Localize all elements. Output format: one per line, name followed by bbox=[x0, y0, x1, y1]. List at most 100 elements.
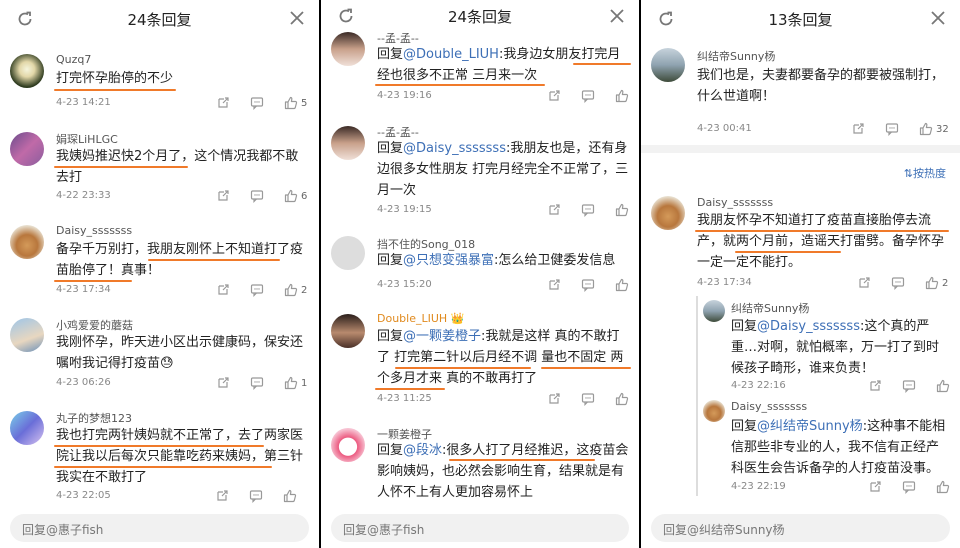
avatar[interactable] bbox=[10, 132, 44, 166]
like-count: 2 bbox=[942, 277, 949, 289]
comment-meta: 4-23 14:21 5 bbox=[56, 96, 309, 112]
comment-icon[interactable] bbox=[902, 480, 916, 494]
like-icon[interactable] bbox=[284, 376, 298, 390]
comment-icon[interactable] bbox=[902, 379, 916, 393]
like-icon[interactable] bbox=[919, 122, 933, 136]
thread-line bbox=[696, 296, 698, 496]
share-icon[interactable] bbox=[857, 276, 871, 290]
avatar[interactable] bbox=[10, 54, 44, 88]
panel-title: 24条回复 bbox=[447, 8, 513, 26]
comment-icon[interactable] bbox=[581, 392, 595, 406]
comment-icon[interactable] bbox=[581, 89, 595, 103]
avatar[interactable] bbox=[10, 411, 44, 445]
mention-link[interactable]: @Double_LIUH bbox=[403, 47, 499, 62]
mention-link[interactable]: @纠结帝Sunny杨 bbox=[757, 419, 863, 434]
like-icon[interactable] bbox=[615, 89, 629, 103]
mention-link[interactable]: @只想变强暴富 bbox=[403, 253, 494, 268]
sort-toggle[interactable]: ⇅按热度 bbox=[904, 165, 946, 181]
like-icon[interactable] bbox=[284, 189, 298, 203]
mention-link[interactable]: @Daisy_sssssss bbox=[403, 141, 506, 156]
avatar[interactable] bbox=[651, 196, 685, 230]
username[interactable]: 小鸡爱爱的蘑菇 bbox=[56, 317, 133, 333]
avatar[interactable] bbox=[703, 400, 725, 422]
username[interactable]: Daisy_sssssss bbox=[731, 400, 807, 413]
comment-meta: 4-23 22:19 bbox=[731, 480, 950, 496]
comment-icon[interactable] bbox=[885, 122, 899, 136]
share-icon[interactable] bbox=[851, 122, 865, 136]
username[interactable]: 娟琛LiHLGC bbox=[56, 131, 118, 147]
avatar[interactable] bbox=[10, 225, 44, 259]
comment-icon[interactable] bbox=[581, 203, 595, 217]
reply-prefix: 回复 bbox=[377, 329, 404, 344]
share-icon[interactable] bbox=[547, 278, 561, 292]
comment-icon[interactable] bbox=[250, 376, 264, 390]
comment-icon[interactable] bbox=[250, 283, 264, 297]
username[interactable]: Daisy_sssssss bbox=[697, 196, 773, 209]
username[interactable]: Daisy_sssssss bbox=[56, 224, 132, 237]
reply-input[interactable]: 回复@惠子fish bbox=[331, 514, 629, 542]
reply-input[interactable]: 回复@纠结帝Sunny杨 bbox=[651, 514, 950, 542]
share-icon[interactable] bbox=[216, 96, 230, 110]
share-icon[interactable] bbox=[216, 283, 230, 297]
comment-time: 4-23 22:05 bbox=[56, 490, 111, 501]
sort-icon: ⇅ bbox=[903, 167, 913, 180]
username[interactable]: 纠结帝Sunny杨 bbox=[731, 300, 809, 316]
avatar[interactable] bbox=[331, 126, 365, 160]
comment-item: 小鸡爱爱的蘑菇 我刚怀孕，昨天进小区出示健康码，保安还嘱咐我记得打疫苗😓 4-2… bbox=[0, 314, 319, 394]
avatar[interactable] bbox=[331, 314, 365, 348]
highlight-underline bbox=[449, 459, 595, 461]
username[interactable]: Quzq7 bbox=[56, 53, 91, 66]
reply-input[interactable]: 回复@惠子fish bbox=[10, 514, 309, 542]
comment-time: 4-23 19:16 bbox=[377, 90, 432, 101]
like-icon[interactable] bbox=[615, 278, 629, 292]
comment-icon[interactable] bbox=[581, 278, 595, 292]
comment-item: Quzq7 打完怀孕胎停的不少 4-23 14:21 5 bbox=[0, 50, 319, 115]
like-icon[interactable] bbox=[284, 283, 298, 297]
comment-time: 4-22 23:33 bbox=[56, 190, 111, 201]
highlight-underline bbox=[395, 367, 531, 369]
like-icon[interactable] bbox=[615, 203, 629, 217]
like-icon[interactable] bbox=[936, 480, 950, 494]
username[interactable]: Double_LIUH 👑 bbox=[377, 312, 464, 325]
avatar[interactable] bbox=[10, 318, 44, 352]
share-icon[interactable] bbox=[547, 89, 561, 103]
reply-item: Daisy_sssssss 回复@纠结帝Sunny杨:这种事不能相信那些非专业的… bbox=[703, 398, 950, 498]
share-icon[interactable] bbox=[215, 489, 229, 503]
share-icon[interactable] bbox=[868, 379, 882, 393]
share-icon[interactable] bbox=[547, 203, 561, 217]
like-icon[interactable] bbox=[284, 96, 298, 110]
mention-link[interactable]: @段冰 bbox=[403, 443, 442, 458]
avatar[interactable] bbox=[331, 428, 365, 462]
like-icon[interactable] bbox=[283, 489, 297, 503]
like-icon[interactable] bbox=[925, 276, 939, 290]
comment-meta: 4-23 19:16 bbox=[377, 89, 629, 105]
avatar[interactable] bbox=[703, 300, 725, 322]
comment-icon[interactable] bbox=[250, 96, 264, 110]
comment-icon[interactable] bbox=[250, 189, 264, 203]
like-icon[interactable] bbox=[615, 392, 629, 406]
share-icon[interactable] bbox=[216, 189, 230, 203]
comment-item: 挡不住的Song_018 回复@只想变强暴富:怎么给卫健委发信息 4-23 15… bbox=[321, 234, 639, 296]
like-icon[interactable] bbox=[936, 379, 950, 393]
comment-time: 4-23 17:34 bbox=[697, 277, 752, 288]
comment-text: 我们也是，夫妻都要备孕的都要被强制打，什么世道啊！ bbox=[697, 68, 945, 104]
share-icon[interactable] bbox=[868, 480, 882, 494]
comment-meta: 4-23 17:34 2 bbox=[56, 283, 309, 299]
avatar[interactable] bbox=[331, 32, 365, 66]
highlight-underline bbox=[148, 259, 280, 261]
mention-link[interactable]: @一颗姜橙子 bbox=[403, 329, 481, 344]
avatar[interactable] bbox=[331, 236, 365, 270]
close-icon[interactable] bbox=[930, 10, 946, 26]
comment-icon[interactable] bbox=[891, 276, 905, 290]
username[interactable]: 纠结帝Sunny杨 bbox=[697, 48, 775, 64]
highlight-underline bbox=[54, 89, 176, 91]
mention-link[interactable]: @Daisy_sssssss bbox=[757, 319, 860, 334]
comment-time: 4-23 19:15 bbox=[377, 204, 432, 215]
share-icon[interactable] bbox=[216, 376, 230, 390]
close-icon[interactable] bbox=[609, 8, 625, 24]
comment-icon[interactable] bbox=[249, 489, 263, 503]
close-icon[interactable] bbox=[289, 10, 305, 26]
avatar[interactable] bbox=[651, 48, 685, 82]
username[interactable]: 丸子的梦想123 bbox=[56, 410, 132, 426]
share-icon[interactable] bbox=[547, 392, 561, 406]
